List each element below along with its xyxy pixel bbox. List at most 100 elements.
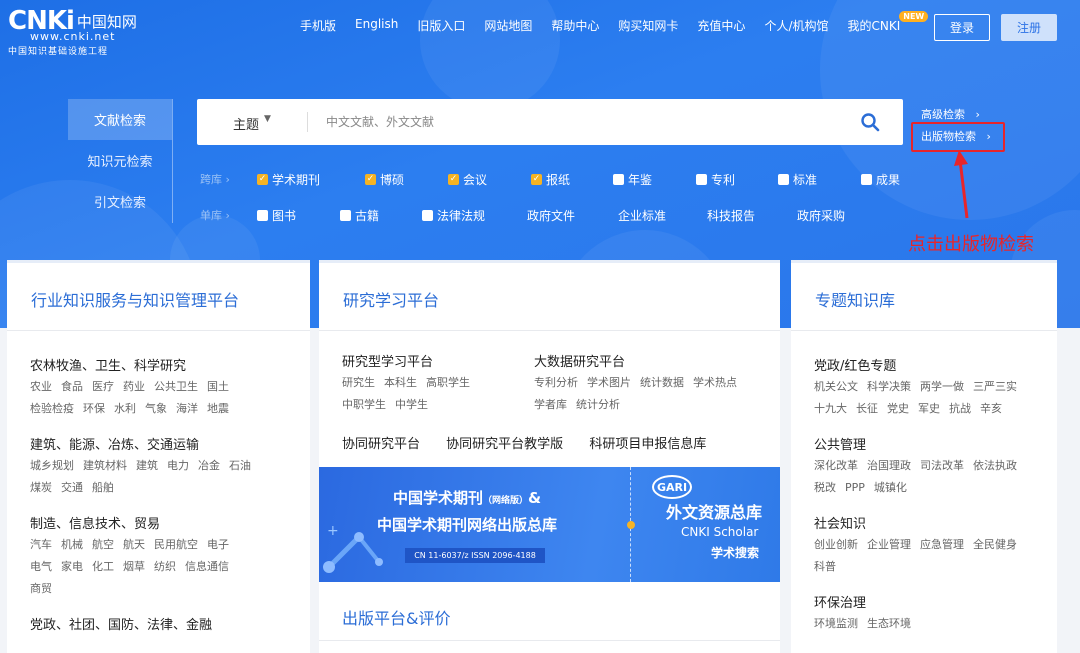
- tag[interactable]: 本科生: [384, 376, 417, 389]
- tag[interactable]: 创业创新: [814, 538, 858, 551]
- tag[interactable]: 水利: [114, 402, 136, 415]
- industry-group-title[interactable]: 制造、信息技术、贸易: [30, 513, 310, 532]
- db-option-ancient-books[interactable]: 古籍: [340, 207, 379, 224]
- db-option-theses[interactable]: ✓ 博硕: [365, 171, 404, 188]
- tag[interactable]: 研究生: [342, 376, 375, 389]
- tag[interactable]: 药业: [123, 380, 145, 393]
- publishing-section-title[interactable]: 出版平台&评价: [342, 605, 450, 629]
- db-option-conference[interactable]: ✓ 会议: [448, 171, 487, 188]
- tag[interactable]: 环境监测: [814, 617, 858, 630]
- tag[interactable]: 城镇化: [874, 481, 907, 494]
- tag[interactable]: 检验检疫: [30, 402, 74, 415]
- tag[interactable]: 城乡规划: [30, 459, 74, 472]
- search-icon[interactable]: [860, 112, 880, 132]
- search-input[interactable]: [326, 109, 846, 135]
- tag[interactable]: 学术热点: [693, 376, 737, 389]
- tag[interactable]: 民用航空: [154, 538, 198, 551]
- tab-citation-search[interactable]: 引文检索: [68, 181, 172, 222]
- tag[interactable]: 中职学生: [342, 398, 386, 411]
- tag[interactable]: 船舶: [92, 481, 114, 494]
- cnki-logo[interactable]: CNKi 中国知网 www.cnki.net 中国知识基础设施工程: [8, 6, 137, 57]
- tag[interactable]: 统计数据: [640, 376, 684, 389]
- topic-group-title[interactable]: 党政/红色专题: [814, 355, 1057, 374]
- db-option-newspaper[interactable]: ✓ 报纸: [531, 171, 570, 188]
- topics-card-title[interactable]: 专题知识库: [791, 263, 1057, 331]
- tag[interactable]: 企业管理: [867, 538, 911, 551]
- tag[interactable]: 应急管理: [920, 538, 964, 551]
- tag[interactable]: 烟草: [123, 560, 145, 573]
- tag[interactable]: 食品: [61, 380, 83, 393]
- db-option-achievement[interactable]: 成果: [861, 171, 900, 188]
- industry-group-title[interactable]: 建筑、能源、冶炼、交通运输: [30, 434, 310, 453]
- nav-old-version[interactable]: 旧版入口: [417, 17, 465, 34]
- tag[interactable]: 电子: [207, 538, 229, 551]
- tag[interactable]: 航天: [123, 538, 145, 551]
- tag[interactable]: 煤炭: [30, 481, 52, 494]
- tag[interactable]: 学者库: [534, 398, 567, 411]
- tag[interactable]: 气象: [145, 402, 167, 415]
- nav-personal-institution[interactable]: 个人/机构馆: [764, 17, 828, 34]
- tag[interactable]: 依法执政: [973, 459, 1017, 472]
- db-option-tech-reports[interactable]: 科技报告: [707, 207, 755, 224]
- tag[interactable]: 商贸: [30, 582, 52, 595]
- industry-group-title[interactable]: 农林牧渔、卫生、科学研究: [30, 355, 310, 374]
- tag[interactable]: 专利分析: [534, 376, 578, 389]
- db-option-patent[interactable]: 专利: [696, 171, 735, 188]
- journal-banner[interactable]: + 中国学术期刊（网络版）& 中国学术期刊网络出版总库 CN 11-6037/z…: [319, 467, 780, 582]
- tag[interactable]: 三严三实: [973, 380, 1017, 393]
- tag[interactable]: 石油: [229, 459, 251, 472]
- nav-mobile[interactable]: 手机版: [300, 17, 336, 34]
- tag[interactable]: 辛亥: [980, 402, 1002, 415]
- nav-my-cnki[interactable]: 我的CNKI NEW: [847, 11, 929, 34]
- login-button[interactable]: 登录: [934, 14, 990, 41]
- nav-english[interactable]: English: [355, 17, 398, 34]
- topic-group-title[interactable]: 环保治理: [814, 592, 1057, 611]
- industry-card-title[interactable]: 行业知识服务与知识管理平台: [7, 263, 310, 331]
- db-option-books[interactable]: 图书: [257, 207, 296, 224]
- tag[interactable]: 生态环境: [867, 617, 911, 630]
- tag[interactable]: 交通: [61, 481, 83, 494]
- tag[interactable]: 税改: [814, 481, 836, 494]
- tag[interactable]: 公共卫生: [154, 380, 198, 393]
- nav-sitemap[interactable]: 网站地图: [484, 17, 532, 34]
- tag[interactable]: 深化改革: [814, 459, 858, 472]
- tag[interactable]: 科普: [814, 560, 836, 573]
- nav-recharge[interactable]: 充值中心: [697, 17, 745, 34]
- tag[interactable]: 中学生: [395, 398, 428, 411]
- tag[interactable]: 化工: [92, 560, 114, 573]
- tag[interactable]: 家电: [61, 560, 83, 573]
- tag[interactable]: 司法改革: [920, 459, 964, 472]
- tag[interactable]: 机关公文: [814, 380, 858, 393]
- tag[interactable]: 冶金: [198, 459, 220, 472]
- tag[interactable]: 军史: [918, 402, 940, 415]
- nav-help[interactable]: 帮助中心: [551, 17, 599, 34]
- tag[interactable]: 治国理政: [867, 459, 911, 472]
- tag[interactable]: 信息通信: [185, 560, 229, 573]
- tag[interactable]: 纺织: [154, 560, 176, 573]
- tag[interactable]: 科学决策: [867, 380, 911, 393]
- project-info-link[interactable]: 科研项目申报信息库: [589, 437, 706, 452]
- collab-research-link[interactable]: 协同研究平台: [342, 437, 420, 452]
- db-option-journals[interactable]: ✓ 学术期刊: [257, 171, 320, 188]
- tag[interactable]: 电气: [30, 560, 52, 573]
- tab-knowledge-element-search[interactable]: 知识元检索: [68, 140, 172, 181]
- tag[interactable]: 医疗: [92, 380, 114, 393]
- tag[interactable]: 统计分析: [576, 398, 620, 411]
- topic-group-title[interactable]: 社会知识: [814, 513, 1057, 532]
- tag[interactable]: 地震: [207, 402, 229, 415]
- tag[interactable]: 全民健身: [973, 538, 1017, 551]
- topic-group-title[interactable]: 公共管理: [814, 434, 1057, 453]
- tag[interactable]: 党史: [887, 402, 909, 415]
- db-option-gov-procurement[interactable]: 政府采购: [797, 207, 845, 224]
- tag[interactable]: 学术图片: [587, 376, 631, 389]
- industry-group-title[interactable]: 党政、社团、国防、法律、金融: [30, 614, 310, 633]
- advanced-search-link[interactable]: 高级检索 ›: [921, 106, 980, 122]
- tag[interactable]: 两学一做: [920, 380, 964, 393]
- db-option-laws[interactable]: 法律法规: [422, 207, 485, 224]
- tag[interactable]: 环保: [83, 402, 105, 415]
- search-field-select[interactable]: 主题: [233, 114, 259, 133]
- tag[interactable]: 航空: [92, 538, 114, 551]
- db-option-standard[interactable]: 标准: [778, 171, 817, 188]
- collab-teaching-link[interactable]: 协同研究平台教学版: [446, 437, 563, 452]
- tag[interactable]: 抗战: [949, 402, 971, 415]
